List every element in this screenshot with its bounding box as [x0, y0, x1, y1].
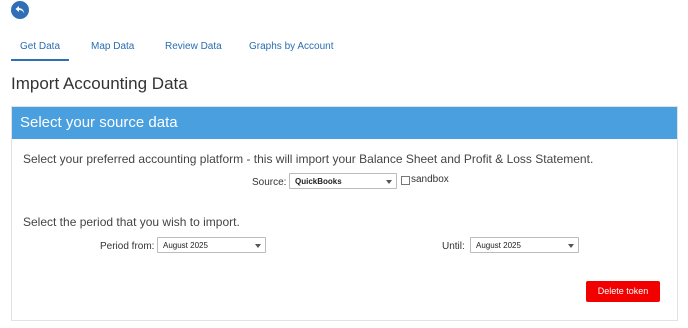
platform-instruction: Select your preferred accounting platfor…	[23, 152, 594, 166]
back-button[interactable]	[11, 1, 29, 19]
tab-review-data[interactable]: Review Data	[165, 40, 222, 54]
chevron-down-icon	[386, 180, 392, 184]
sandbox-checkbox[interactable]	[401, 176, 410, 185]
source-panel: Select your source data Select your pref…	[11, 106, 678, 321]
back-arrow-icon	[15, 6, 25, 14]
period-from-value: August 2025	[163, 241, 208, 250]
until-label: Until:	[442, 241, 465, 252]
until-select[interactable]: August 2025	[470, 237, 579, 253]
source-select[interactable]: QuickBooks	[289, 173, 397, 189]
tab-bar: Get Data Map Data Review Data Graphs by …	[0, 40, 688, 62]
tab-get-data[interactable]: Get Data	[10, 40, 70, 61]
source-select-value: QuickBooks	[295, 177, 342, 186]
tab-map-data[interactable]: Map Data	[91, 40, 134, 54]
period-from-select[interactable]: August 2025	[157, 237, 266, 253]
period-from-label: Period from:	[100, 241, 155, 252]
chevron-down-icon	[568, 244, 574, 248]
source-label: Source:	[252, 177, 287, 188]
until-value: August 2025	[476, 241, 521, 250]
sandbox-label: sandbox	[411, 174, 449, 185]
period-instruction: Select the period that you wish to impor…	[23, 215, 240, 229]
tab-graphs-by-account[interactable]: Graphs by Account	[249, 40, 334, 54]
delete-token-button[interactable]: Delete token	[586, 281, 660, 302]
panel-header: Select your source data	[12, 107, 677, 139]
page-title: Import Accounting Data	[11, 74, 188, 93]
chevron-down-icon	[255, 244, 261, 248]
